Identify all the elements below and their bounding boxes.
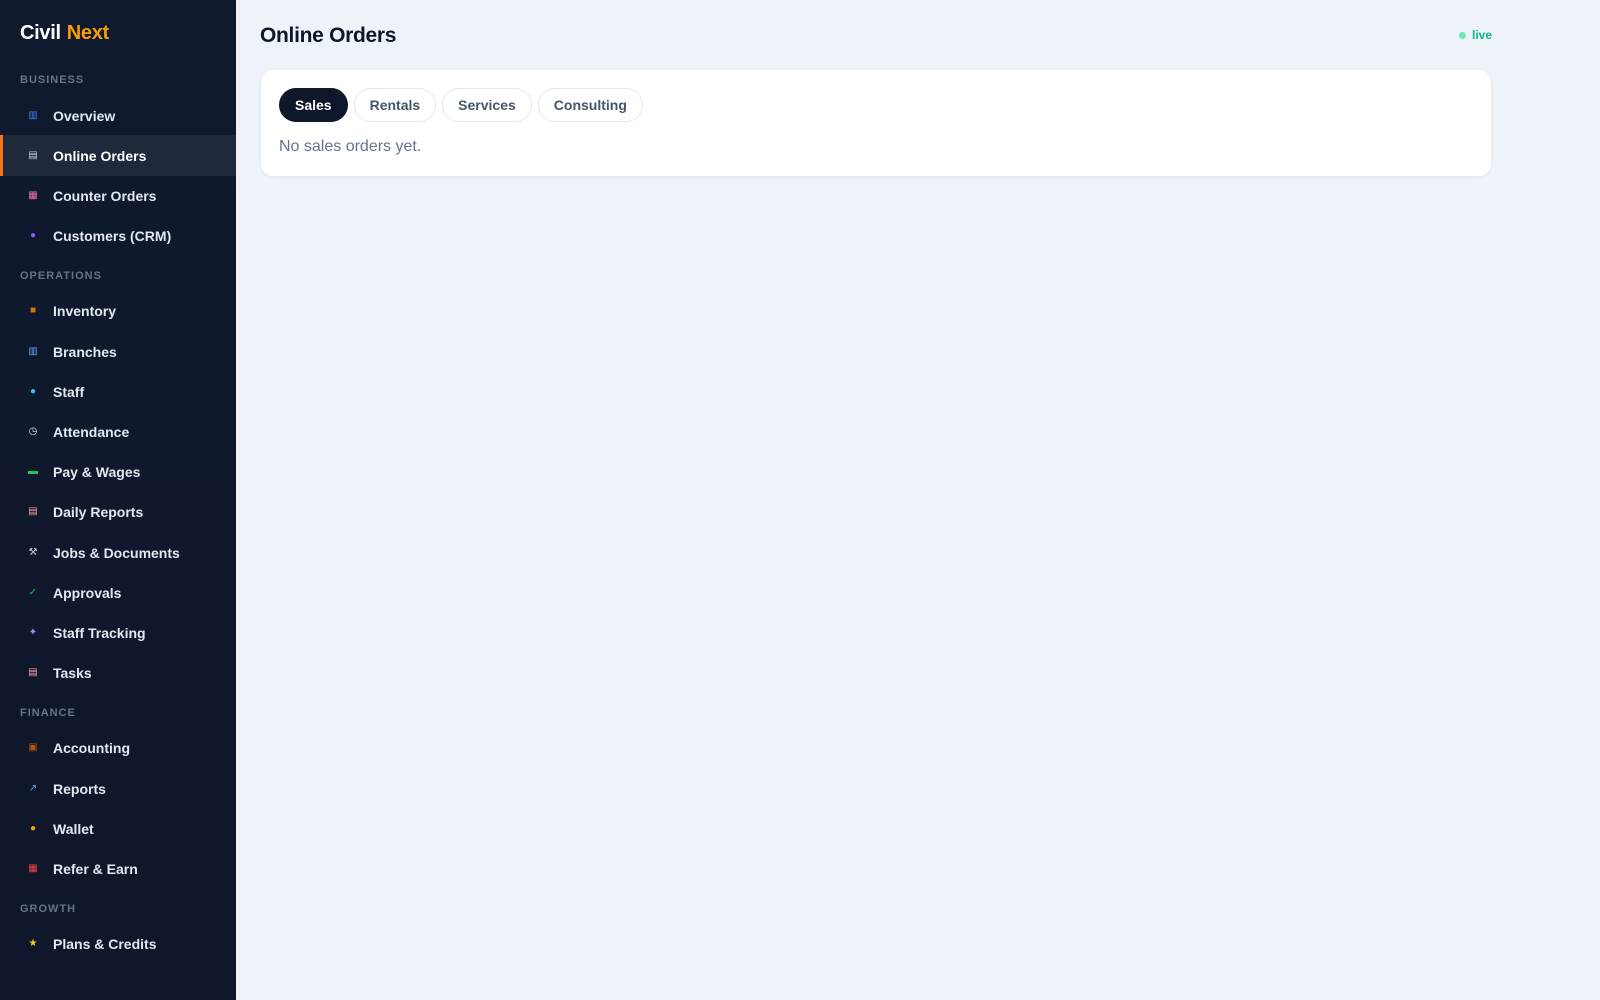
sidebar-item-branches[interactable]: ▥ Branches (0, 331, 236, 372)
memo-icon: ▤ (28, 506, 38, 518)
sidebar-item-wallet[interactable]: ● Wallet (0, 808, 236, 849)
sidebar-item-online-orders[interactable]: ▤ Online Orders (0, 135, 236, 177)
sidebar-item-label: Counter Orders (53, 187, 157, 204)
sidebar-item-label: Inventory (53, 303, 117, 320)
sidebar-item-staff[interactable]: ● Staff (0, 371, 236, 412)
sidebar-item-counter-orders[interactable]: ▦ Counter Orders (0, 175, 236, 216)
building-icon: ▥ (28, 345, 38, 357)
sidebar-item-label: Wallet (53, 820, 94, 837)
sidebar-item-staff-tracking[interactable]: ✦ Staff Tracking (0, 612, 236, 653)
empty-state-message: No sales orders yet. (279, 138, 422, 155)
sidebar-item-plans-credits[interactable]: ★ Plans & Credits (0, 924, 236, 965)
sidebar-item-label: Tasks (53, 665, 92, 682)
sidebar-item-approvals[interactable]: ✓ Approvals (0, 572, 236, 613)
sidebar-item-label: Overview (53, 107, 116, 124)
brand-name-part2: Next (66, 22, 109, 44)
sidebar-item-tasks[interactable]: ▤ Tasks (0, 653, 236, 694)
sidebar-item-label: Refer & Earn (53, 860, 138, 877)
sidebar-section-operations: OPERATIONS (20, 269, 102, 282)
sidebar-item-label: Accounting (53, 740, 130, 757)
sidebar-item-label: Pay & Wages (53, 464, 141, 481)
sidebar-item-customers-crm[interactable]: ● Customers (CRM) (0, 216, 236, 257)
wrench-icon: ⚒ (28, 546, 38, 558)
sidebar-section-growth: GROWTH (20, 902, 77, 915)
people-icon: ● (29, 230, 37, 242)
sidebar-item-label: Reports (53, 780, 106, 797)
star-icon: ★ (28, 938, 38, 950)
bar-chart-icon: ▥ (28, 109, 38, 121)
brand-name-part1: Civil (20, 22, 61, 44)
sidebar-item-overview[interactable]: ▥ Overview (0, 95, 236, 136)
package-icon: ■ (29, 305, 37, 317)
briefcase-icon: ▣ (28, 742, 38, 754)
money-bag-icon: ● (29, 822, 37, 834)
sidebar-item-label: Attendance (53, 423, 130, 440)
orders-card: Sales Rentals Services Consulting No sal… (261, 70, 1491, 176)
store-icon: ▦ (28, 189, 38, 201)
money-icon: ▬ (28, 466, 38, 478)
sidebar-item-attendance[interactable]: ◷ Attendance (0, 411, 236, 452)
sidebar-item-jobs-documents[interactable]: ⚒ Jobs & Documents (0, 532, 236, 573)
clipboard-icon: ▤ (28, 667, 38, 679)
check-icon: ✓ (28, 586, 38, 598)
receipt-icon: ▤ (28, 149, 38, 161)
sidebar-item-label: Approvals (53, 584, 122, 601)
sidebar-item-label: Staff Tracking (53, 624, 146, 641)
sidebar-item-label: Daily Reports (53, 504, 144, 521)
sidebar-section-finance: FINANCE (20, 706, 76, 719)
sidebar-item-label: Branches (53, 343, 117, 360)
live-status-label: live (1472, 28, 1493, 42)
sidebar-item-label: Plans & Credits (53, 936, 157, 953)
clock-icon: ◷ (28, 425, 38, 437)
order-type-tabs: Sales Rentals Services Consulting (279, 88, 643, 122)
sidebar: Civil Next BUSINESS ▥ Overview ▤ Online Order… (0, 0, 236, 1000)
tab-sales[interactable]: Sales (279, 88, 348, 122)
sidebar-item-pay-wages[interactable]: ▬ Pay & Wages (0, 452, 236, 493)
page-title: Online Orders (260, 24, 397, 47)
sidebar-item-accounting[interactable]: ▣ Accounting (0, 728, 236, 769)
trend-chart-icon: ↗ (28, 782, 38, 794)
worker-icon: ● (29, 385, 37, 397)
sidebar-item-refer-earn[interactable]: ▦ Refer & Earn (0, 848, 236, 889)
sidebar-item-reports[interactable]: ↗ Reports (0, 768, 236, 809)
satellite-icon: ✦ (28, 626, 38, 638)
brand-logo[interactable]: Civil Next (20, 22, 109, 45)
sidebar-item-daily-reports[interactable]: ▤ Daily Reports (0, 492, 236, 533)
tab-rentals[interactable]: Rentals (353, 88, 437, 122)
tab-consulting[interactable]: Consulting (537, 88, 643, 122)
live-status: live (1459, 28, 1492, 42)
sidebar-item-inventory[interactable]: ■ Inventory (0, 291, 236, 332)
sidebar-item-label: Customers (CRM) (53, 228, 172, 245)
sidebar-section-business: BUSINESS (20, 74, 85, 86)
tab-services[interactable]: Services (442, 88, 532, 122)
sidebar-item-label: Jobs & Documents (53, 544, 180, 561)
sidebar-item-label: Staff (53, 383, 85, 400)
sidebar-item-label: Online Orders (53, 147, 147, 164)
gift-icon: ▦ (28, 862, 38, 874)
live-dot-icon (1459, 31, 1466, 39)
